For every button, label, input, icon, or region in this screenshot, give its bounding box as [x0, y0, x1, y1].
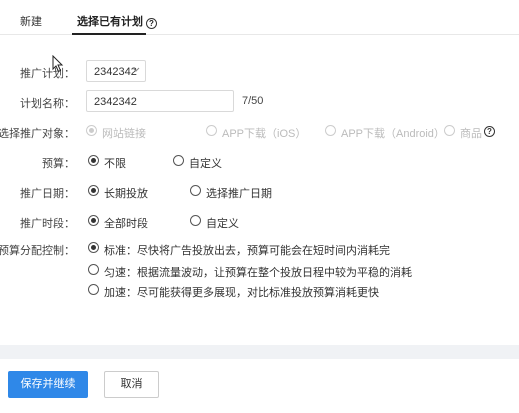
tab-existing-plan[interactable]: 选择已有计划? — [77, 13, 157, 29]
budget-label: 预算： — [42, 158, 75, 170]
mouse-cursor-icon — [52, 55, 64, 73]
tab-new[interactable]: 新建 — [20, 13, 42, 29]
help-icon[interactable]: ? — [146, 18, 157, 29]
tab-bar: 新建 选择已有计划? — [0, 0, 519, 35]
radio-icon — [325, 125, 336, 136]
tab-existing-plan-label: 选择已有计划 — [77, 16, 143, 28]
budget-option-label: 自定义 — [189, 158, 222, 170]
pacing-option-label: 标准：尽快将广告投放出去，预算可能会在短时间内消耗完 — [104, 245, 390, 257]
target-option-label: 商品 — [460, 128, 482, 140]
time-label: 推广时段： — [20, 218, 75, 230]
plan-name-input[interactable]: 2342342 — [86, 90, 234, 112]
pacing-row: 预算分配控制： 标准：尽快将广告投放出去，预算可能会在短时间内消耗完 — [0, 237, 519, 259]
plan-name-label: 计划名称： — [20, 98, 75, 110]
date-option-label: 选择推广日期 — [206, 188, 272, 200]
budget-row: 预算： 不限 自定义 — [0, 150, 519, 172]
date-label: 推广日期： — [20, 188, 75, 200]
pacing-option-label: 匀速：根据流量波动，让预算在整个投放日程中较为平稳的消耗 — [104, 267, 412, 279]
plan-select[interactable]: 2342342 — [86, 60, 146, 82]
radio-icon — [190, 185, 201, 196]
target-row: 选择推广对象： 网站链接 APP下载（iOS） APP下载（Android） 商… — [0, 120, 519, 142]
help-icon[interactable]: ? — [484, 126, 495, 137]
target-option-label: 网站链接 — [102, 128, 146, 140]
chevron-down-icon — [132, 67, 140, 72]
date-option-label: 长期投放 — [104, 188, 148, 200]
radio-icon — [444, 125, 455, 136]
pacing-row-2: 匀速：根据流量波动，让预算在整个投放日程中较为平稳的消耗 — [0, 259, 519, 281]
radio-icon — [88, 242, 99, 253]
radio-icon — [88, 264, 99, 275]
radio-icon — [86, 125, 97, 136]
radio-icon — [88, 284, 99, 295]
target-option-label: APP下载（Android） — [341, 128, 445, 140]
radio-icon — [206, 125, 217, 136]
char-counter: 7/50 — [242, 95, 264, 107]
budget-option-label: 不限 — [104, 158, 126, 170]
plan-select-value: 2342342 — [94, 66, 137, 78]
target-label: 选择推广对象： — [0, 128, 75, 140]
time-option-label: 自定义 — [206, 218, 239, 230]
date-row: 推广日期： 长期投放 选择推广日期 — [0, 180, 519, 202]
radio-icon — [88, 185, 99, 196]
target-option-label: APP下载（iOS） — [222, 128, 307, 140]
plan-label: 推广计划： — [20, 68, 75, 80]
section-divider — [0, 345, 519, 359]
radio-icon — [190, 215, 201, 226]
time-row: 推广时段： 全部时段 自定义 — [0, 210, 519, 232]
radio-icon — [173, 155, 184, 166]
save-continue-button[interactable]: 保存并继续 — [8, 371, 88, 398]
footer-actions: 保存并继续 取消 — [0, 359, 519, 413]
plan-name-value: 2342342 — [94, 96, 137, 108]
pacing-label: 预算分配控制： — [0, 245, 75, 257]
time-option-label: 全部时段 — [104, 218, 148, 230]
radio-icon — [88, 155, 99, 166]
radio-icon — [88, 215, 99, 226]
pacing-row-3: 加速：尽可能获得更多展现，对比标准投放预算消耗更快 — [0, 279, 519, 301]
active-tab-indicator — [72, 33, 146, 35]
plan-name-row: 计划名称： 2342342 7/50 — [0, 90, 519, 112]
pacing-option-label: 加速：尽可能获得更多展现，对比标准投放预算消耗更快 — [104, 287, 379, 299]
cancel-button[interactable]: 取消 — [104, 371, 159, 398]
plan-row: 推广计划： 2342342 — [0, 60, 519, 82]
